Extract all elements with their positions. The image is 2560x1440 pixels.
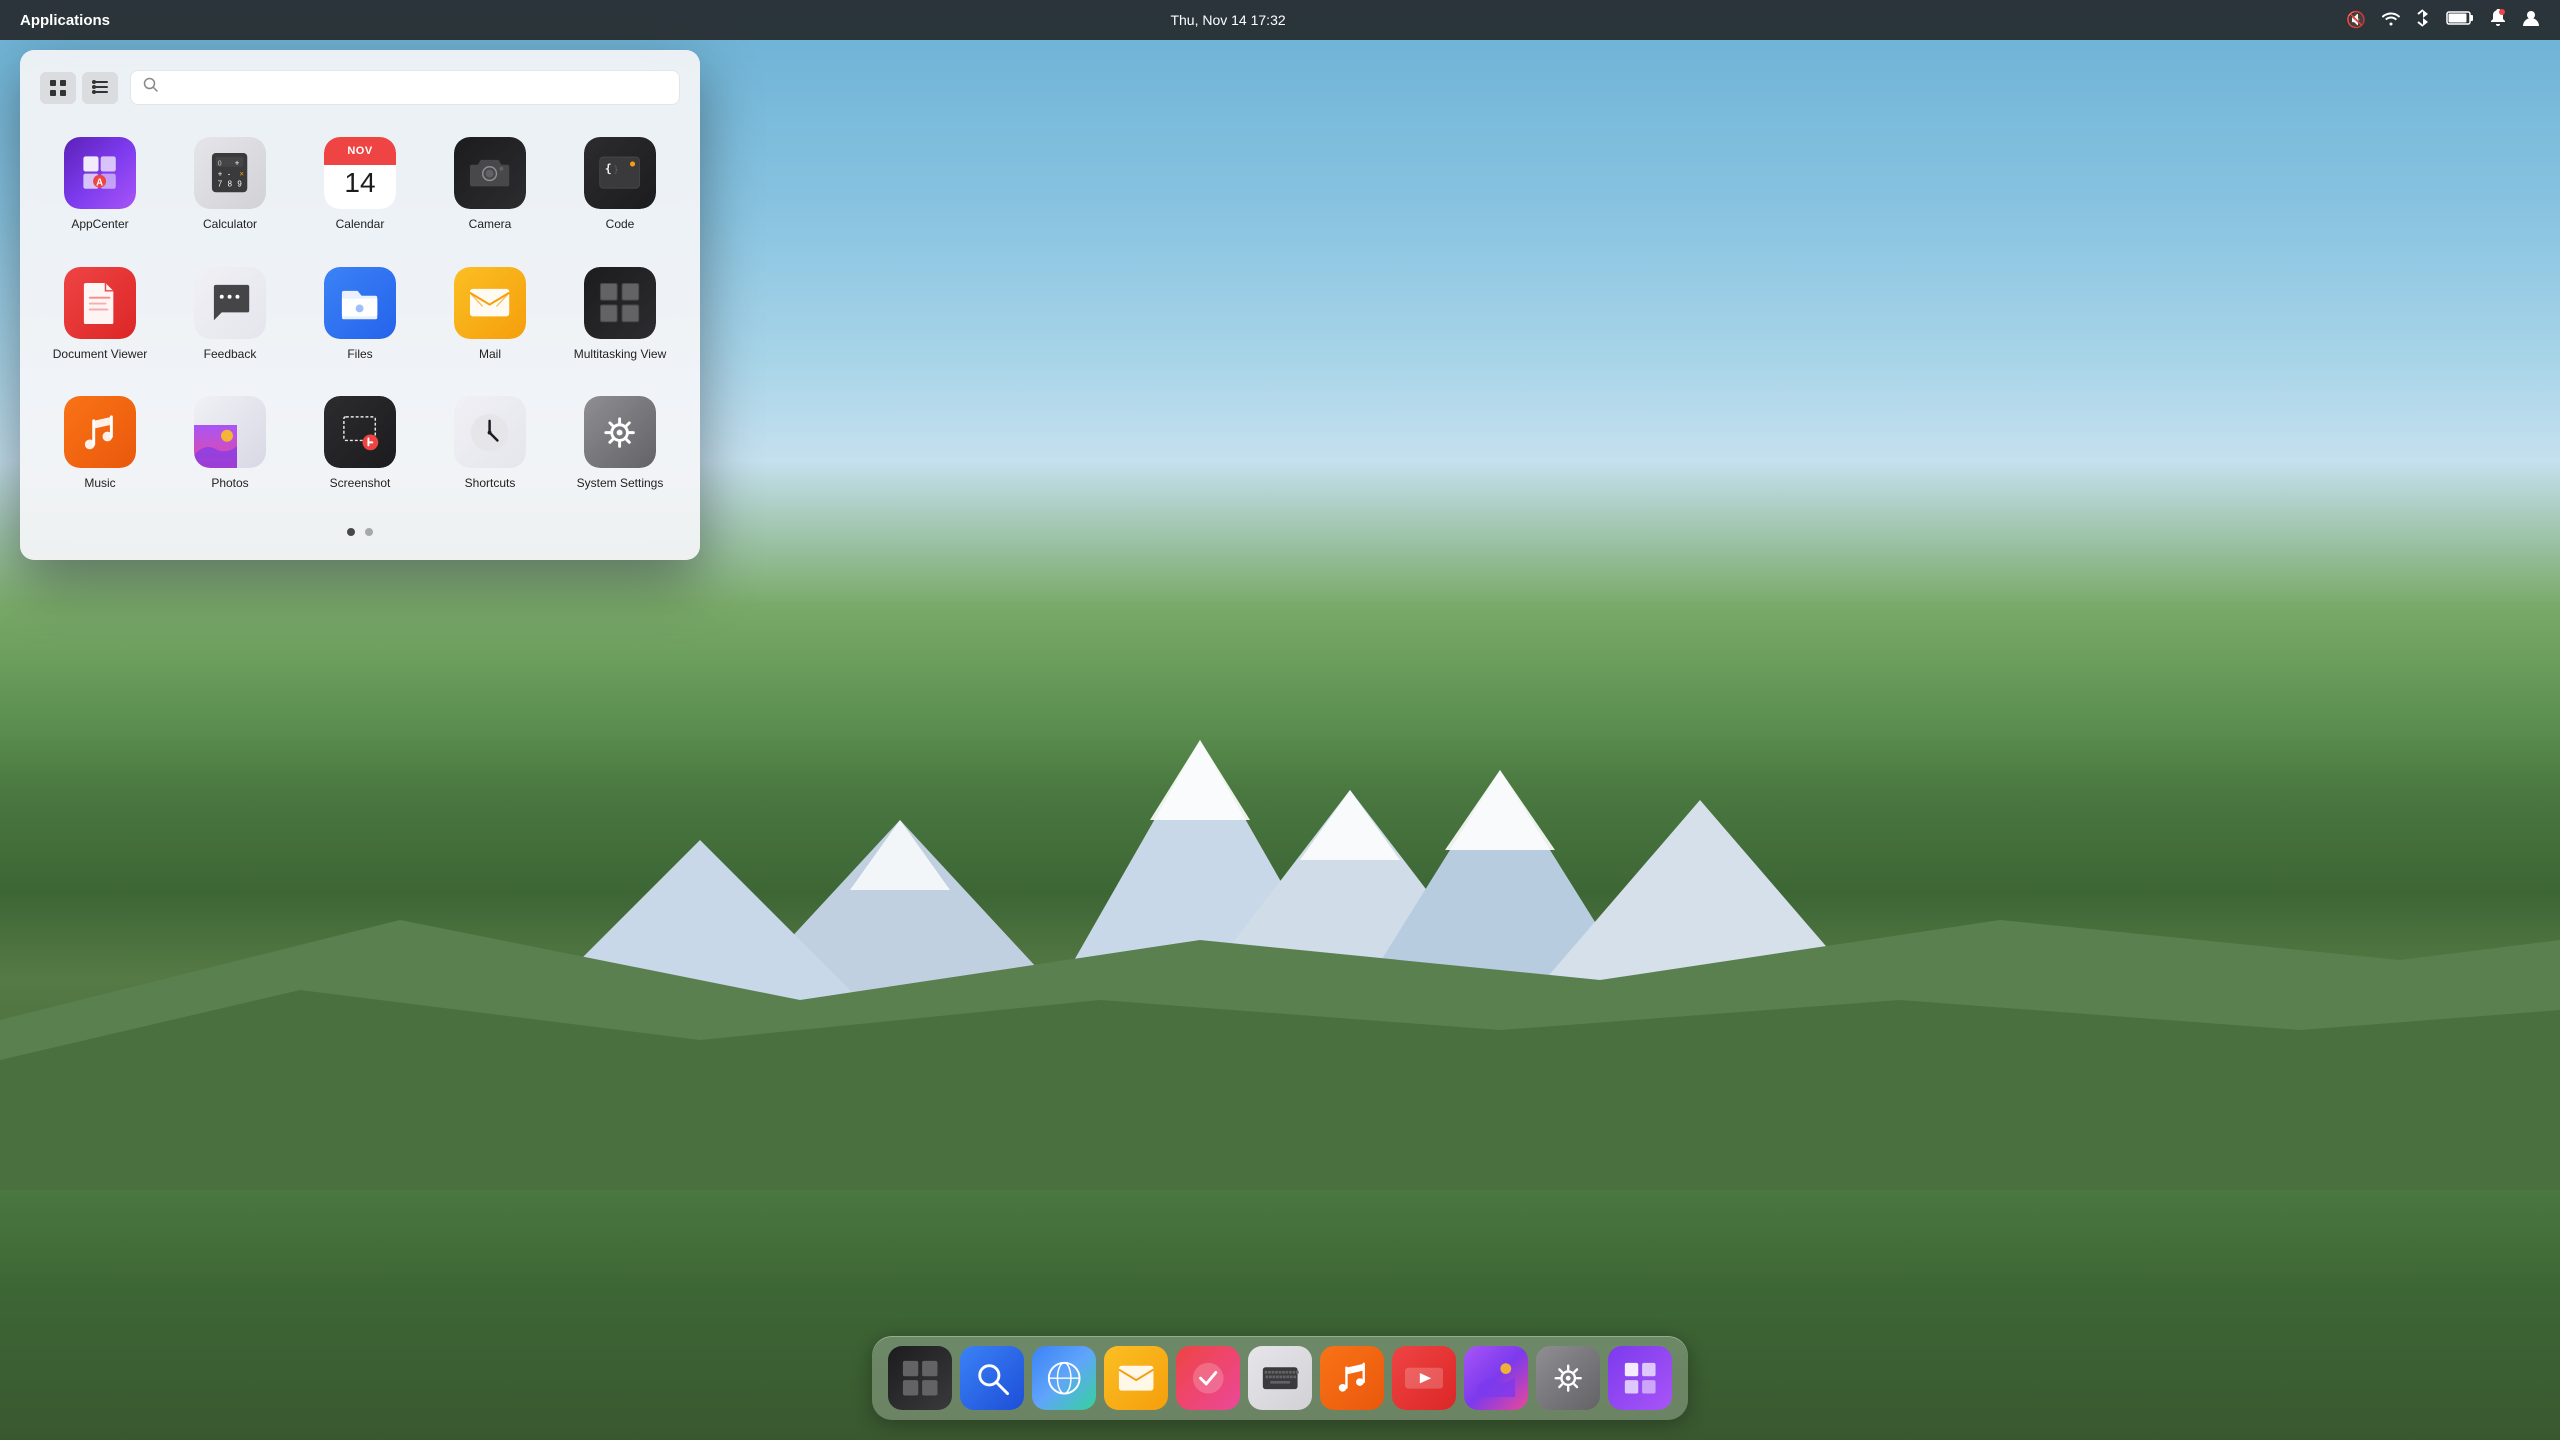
app-label-camera: Camera — [469, 217, 512, 233]
battery-icon[interactable] — [2446, 11, 2474, 30]
dock-item-photos[interactable] — [1464, 1346, 1528, 1410]
svg-text:A: A — [96, 178, 103, 189]
app-icon-appcenter: A — [64, 137, 136, 209]
app-icon-photos — [194, 396, 266, 468]
menubar-datetime: Thu, Nov 14 17:32 — [1170, 12, 1285, 28]
app-item-feedback[interactable]: Feedback — [170, 255, 290, 375]
app-icon-feedback — [194, 267, 266, 339]
page-dot-1[interactable] — [365, 528, 373, 536]
dock-item-tasks[interactable] — [1176, 1346, 1240, 1410]
app-item-photos[interactable]: Photos — [170, 384, 290, 504]
app-icon-document-viewer — [64, 267, 136, 339]
app-item-shortcuts[interactable]: Shortcuts — [430, 384, 550, 504]
app-label-shortcuts: Shortcuts — [465, 476, 516, 492]
search-icon — [143, 77, 159, 98]
app-icon-mail — [454, 267, 526, 339]
app-label-screenshot: Screenshot — [330, 476, 391, 492]
app-label-appcenter: AppCenter — [71, 217, 128, 233]
svg-text:-: - — [228, 170, 231, 179]
svg-text:+: + — [235, 159, 240, 168]
notification-icon[interactable] — [2490, 9, 2506, 32]
app-item-system-settings[interactable]: System Settings — [560, 384, 680, 504]
dock-item-music[interactable] — [1320, 1346, 1384, 1410]
menubar-left: Applications — [20, 12, 110, 29]
app-icon-code: { } — [584, 137, 656, 209]
svg-text:+: + — [218, 170, 223, 179]
app-label-multitasking-view: Multitasking View — [574, 347, 666, 363]
search-box — [130, 70, 680, 105]
list-view-button[interactable] — [82, 72, 118, 104]
app-icon-files — [324, 267, 396, 339]
app-icon-multitasking-view — [584, 267, 656, 339]
app-grid: A AppCenter + 0 + - × 7 8 9 Calculator — [40, 125, 680, 504]
app-icon-calculator: + 0 + - × 7 8 9 — [194, 137, 266, 209]
app-label-mail: Mail — [479, 347, 501, 363]
dock-item-browser[interactable] — [1032, 1346, 1096, 1410]
svg-text:{: { — [605, 163, 612, 176]
dock — [872, 1336, 1688, 1420]
bluetooth-icon[interactable] — [2416, 9, 2430, 32]
app-label-music: Music — [84, 476, 115, 492]
app-launcher: A AppCenter + 0 + - × 7 8 9 Calculator — [20, 50, 700, 560]
app-label-calculator: Calculator — [203, 217, 257, 233]
menubar: Applications Thu, Nov 14 17:32 🔇 — [0, 0, 2560, 40]
svg-text:9: 9 — [238, 180, 242, 189]
user-icon[interactable] — [2522, 9, 2540, 32]
app-item-files[interactable]: Files — [300, 255, 420, 375]
dock-item-system[interactable] — [1536, 1346, 1600, 1410]
app-icon-shortcuts — [454, 396, 526, 468]
dock-item-mail[interactable] — [1104, 1346, 1168, 1410]
app-icon-camera — [454, 137, 526, 209]
app-item-mail[interactable]: Mail — [430, 255, 550, 375]
app-label-code: Code — [606, 217, 635, 233]
menubar-app-name: Applications — [20, 12, 110, 29]
grid-view-button[interactable] — [40, 72, 76, 104]
app-item-code[interactable]: { } Code — [560, 125, 680, 245]
app-label-system-settings: System Settings — [577, 476, 664, 492]
app-icon-screenshot — [324, 396, 396, 468]
app-item-document-viewer[interactable]: Document Viewer — [40, 255, 160, 375]
dock-item-store[interactable] — [1608, 1346, 1672, 1410]
app-item-calendar[interactable]: NOV 14 Calendar — [300, 125, 420, 245]
app-label-feedback: Feedback — [204, 347, 257, 363]
dock-item-keyboard[interactable] — [1248, 1346, 1312, 1410]
dock-item-youtube[interactable] — [1392, 1346, 1456, 1410]
app-item-screenshot[interactable]: Screenshot — [300, 384, 420, 504]
app-icon-system-settings — [584, 396, 656, 468]
app-icon-calendar: NOV 14 — [324, 137, 396, 209]
app-label-document-viewer: Document Viewer — [53, 347, 148, 363]
app-item-camera[interactable]: Camera — [430, 125, 550, 245]
svg-text:8: 8 — [228, 180, 233, 189]
wifi-icon[interactable] — [2382, 10, 2400, 31]
svg-text:7: 7 — [218, 180, 222, 189]
desktop: Applications Thu, Nov 14 17:32 🔇 — [0, 0, 2560, 1440]
search-input[interactable] — [167, 79, 667, 96]
svg-text:}: } — [614, 166, 619, 176]
app-item-appcenter[interactable]: A AppCenter — [40, 125, 160, 245]
mountain-decoration — [0, 740, 2560, 1240]
sound-icon[interactable]: 🔇 — [2346, 10, 2366, 30]
dock-item-multitasking[interactable] — [888, 1346, 952, 1410]
app-label-calendar: Calendar — [336, 217, 385, 233]
page-dot-0[interactable] — [347, 528, 355, 536]
view-toggle — [40, 72, 118, 104]
menubar-right: 🔇 — [2346, 9, 2540, 32]
app-label-files: Files — [347, 347, 372, 363]
app-item-multitasking-view[interactable]: Multitasking View — [560, 255, 680, 375]
app-icon-music — [64, 396, 136, 468]
app-label-photos: Photos — [211, 476, 248, 492]
svg-text:0: 0 — [218, 161, 222, 168]
svg-text:×: × — [240, 170, 245, 179]
launcher-header — [40, 70, 680, 105]
page-dots — [40, 524, 680, 540]
dock-item-search[interactable] — [960, 1346, 1024, 1410]
app-item-calculator[interactable]: + 0 + - × 7 8 9 Calculator — [170, 125, 290, 245]
app-item-music[interactable]: Music — [40, 384, 160, 504]
